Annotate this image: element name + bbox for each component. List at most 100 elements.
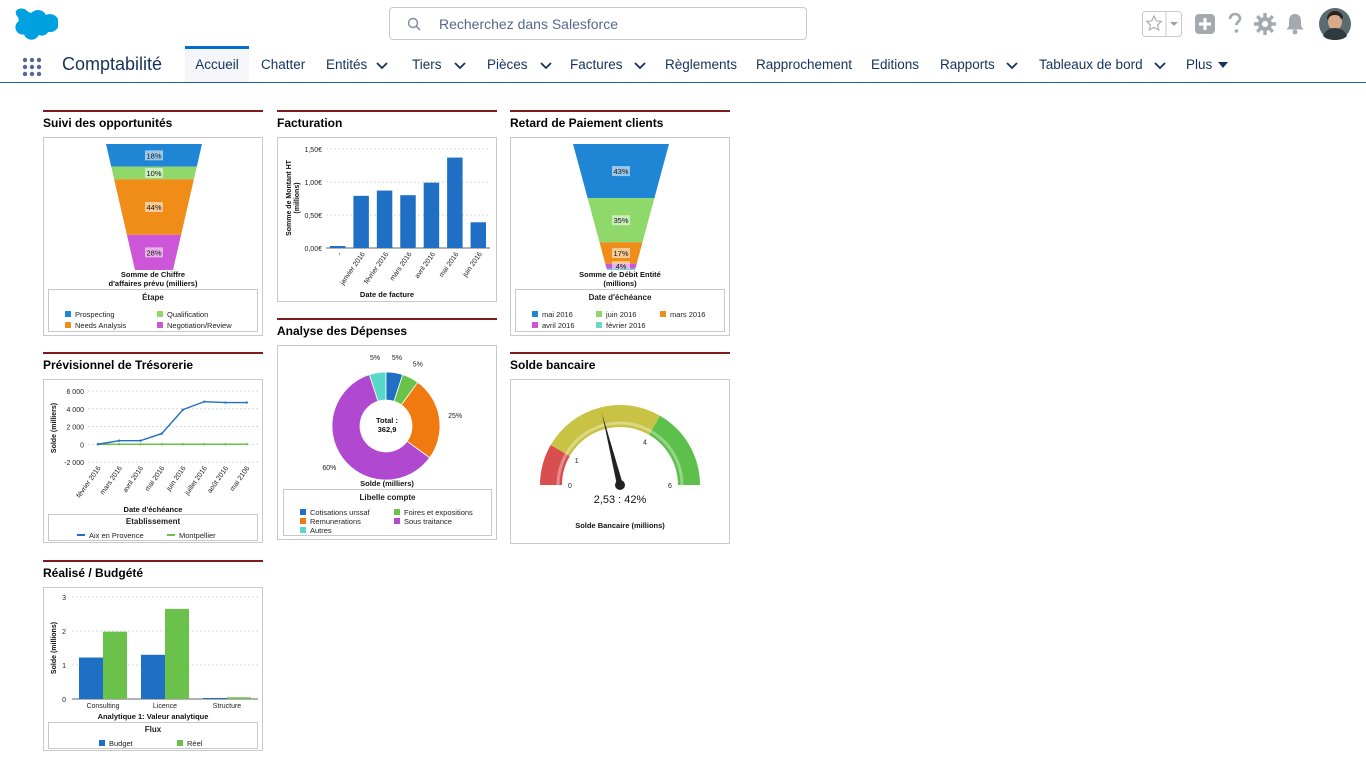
y-axis-label: Somme de Montant HT: [286, 159, 293, 236]
legend-item: Aix en Provence: [77, 531, 144, 540]
tab-tiers[interactable]: Tiers: [412, 46, 467, 82]
tab-rapports[interactable]: Rapports: [940, 46, 1019, 82]
total-value: 362,9: [377, 425, 397, 434]
legend-swatch: [177, 740, 183, 746]
caret-down-icon[interactable]: [1216, 60, 1230, 70]
tab-entites[interactable]: Entités: [326, 46, 389, 82]
tab-chatter[interactable]: Chatter: [261, 46, 305, 82]
legend-label: Remunerations: [310, 517, 361, 526]
x-tick-label: juin 2016: [461, 251, 484, 279]
widget-analyse-depenses[interactable]: 5% 5% 5% 25% 60% Total : 362,9 Solde (millie…: [277, 345, 497, 540]
app-launcher-icon[interactable]: [22, 57, 42, 77]
bar: [376, 190, 393, 248]
y-tick-label: 0: [80, 442, 84, 449]
legend-item: avril 2016: [532, 321, 575, 330]
legend-item: Autres: [300, 526, 332, 535]
tab-label: Tiers: [412, 57, 442, 72]
chart-legend: Étape Prospecting Qualification Needs An…: [48, 289, 258, 332]
chevron-down-icon[interactable]: [1005, 60, 1019, 70]
legend-item: juin 2016: [596, 310, 636, 319]
tab-tableaux-de-bord[interactable]: Tableaux de bord: [1039, 46, 1167, 82]
user-avatar[interactable]: [1319, 8, 1351, 40]
slice-label: 25%: [448, 413, 462, 420]
widget-retard-paiement[interactable]: 43% 35% 17% 4% Somme de Débit Entité (milli…: [510, 137, 730, 336]
search-placeholder: Recherchez dans Salesforce: [439, 16, 618, 32]
tab-pieces[interactable]: Pièces: [487, 46, 553, 82]
data-point: [224, 443, 227, 446]
gauge-tick-label: 1: [575, 458, 579, 465]
legend-label: février 2016: [606, 321, 646, 330]
salesforce-logo[interactable]: [12, 8, 58, 40]
legend-item: Sous traitance: [394, 517, 452, 526]
x-tick-label: avril 2016: [414, 251, 437, 280]
legend-item: Needs Analysis: [65, 321, 126, 330]
tab-rapprochement[interactable]: Rapprochement: [756, 46, 852, 82]
chevron-down-icon[interactable]: [539, 60, 553, 70]
gauge-band-high: [649, 415, 700, 485]
x-tick-label: mai 2016: [438, 251, 460, 279]
data-label: 43%: [613, 167, 628, 176]
tab-factures[interactable]: Factures: [570, 46, 647, 82]
notifications-bell-icon[interactable]: [1285, 11, 1305, 37]
chart-caption: Somme de Chiffre d'affaires prévu (milli…: [44, 270, 262, 288]
gauge-band-mid: [550, 405, 660, 456]
widget-title-depenses: Analyse des Dépenses: [277, 318, 497, 338]
search-icon: [407, 17, 421, 31]
legend-swatch: [77, 534, 85, 536]
tab-accueil[interactable]: Accueil: [185, 46, 249, 82]
series-line: [97, 400, 247, 445]
widget-realise-budgete[interactable]: 0 1 2 3 Consulting Licence Structure Solde (mil…: [43, 587, 263, 751]
widget-title-facturation: Facturation: [277, 110, 497, 130]
data-point: [203, 443, 206, 446]
global-header: Recherchez dans Salesforce: [0, 0, 1366, 46]
chevron-down-icon[interactable]: [633, 60, 647, 70]
data-label: 18%: [146, 151, 161, 160]
x-tick-label: Structure: [213, 703, 242, 710]
tab-editions[interactable]: Editions: [871, 46, 919, 82]
widget-solde-bancaire[interactable]: 0 1 4 6 2,53 : 42% Solde Bancaire (millions…: [510, 379, 730, 544]
caption-line: Somme de Chiffre: [120, 270, 186, 279]
x-tick-label: mars 2016: [99, 465, 124, 496]
bar: [79, 657, 103, 699]
tab-label: Factures: [570, 57, 623, 72]
global-actions-add-icon[interactable]: [1194, 11, 1216, 37]
widget-opportunites[interactable]: 18% 10% 44% 28% Somme de Chiffre d'affaires…: [43, 137, 263, 336]
x-axis-label: Analytique 1: Valeur analytique: [97, 712, 209, 721]
help-icon[interactable]: [1226, 11, 1244, 37]
bar: [447, 157, 463, 248]
tab-label: Editions: [871, 57, 920, 72]
slice-label: 5%: [413, 362, 423, 369]
widget-tresorerie[interactable]: -2 000 0 2 000 4 000 6 000 février 2016 mars 2…: [43, 379, 263, 543]
tab-label: Tableaux de bord: [1039, 57, 1143, 72]
tab-plus[interactable]: Plus: [1186, 46, 1230, 82]
widget-facturation[interactable]: 0,00€ 0,50€ 1,00€ 1,50€ - janvier 2016 février…: [277, 137, 497, 302]
chart-legend: Etablissement Aix en Provence Montpellie…: [48, 514, 258, 541]
favorites-button[interactable]: [1142, 11, 1182, 37]
widget-title-tresorerie: Prévisionnel de Trésorerie: [43, 352, 263, 372]
legend-swatch: [660, 311, 666, 317]
setup-gear-icon[interactable]: [1254, 11, 1276, 37]
y-tick-label: 0: [62, 697, 66, 704]
chevron-down-icon[interactable]: [1153, 60, 1167, 70]
legend-label: Autres: [310, 526, 332, 535]
chevron-down-icon[interactable]: [453, 60, 467, 70]
chart-legend: Date d'échéance mai 2016 juin 2016 mars …: [515, 289, 725, 332]
tab-label: Rapprochement: [756, 57, 853, 72]
data-point: [181, 443, 185, 446]
caption-line: d'affaires prévu (milliers): [108, 279, 198, 288]
bar: [165, 608, 189, 699]
bar: [353, 195, 369, 248]
tab-reglements[interactable]: Règlements: [665, 46, 737, 82]
legend-label: Sous traitance: [404, 517, 452, 526]
x-tick-label: mai 2106: [229, 465, 251, 493]
y-tick-label: -2 000: [64, 460, 84, 467]
x-tick-label: février 2016: [76, 465, 103, 499]
x-tick-label: juin 2016: [165, 465, 188, 493]
legend-label: Cotisations urssaf: [310, 508, 370, 517]
legend-label: Aix en Provence: [89, 531, 144, 540]
chart-caption: Somme de Débit Entité (millions): [511, 270, 729, 288]
legend-swatch: [300, 527, 306, 533]
x-axis-label: Date d'échéance: [123, 505, 183, 514]
global-search[interactable]: Recherchez dans Salesforce: [389, 7, 807, 40]
chevron-down-icon[interactable]: [375, 60, 389, 70]
